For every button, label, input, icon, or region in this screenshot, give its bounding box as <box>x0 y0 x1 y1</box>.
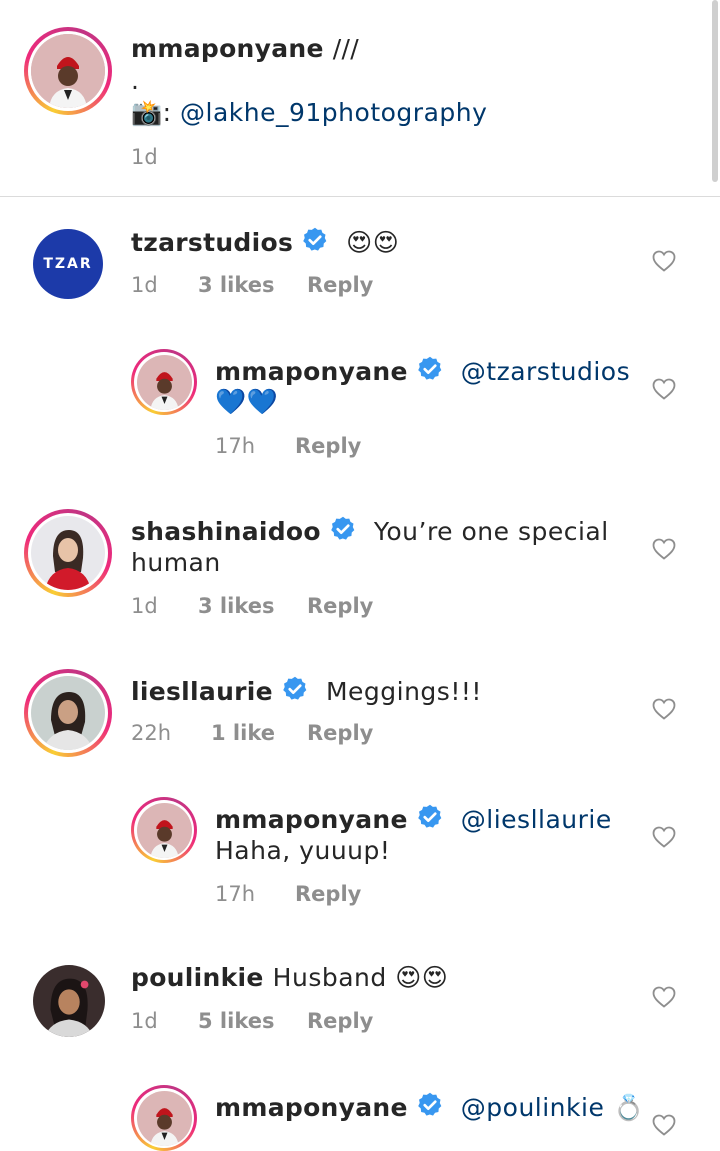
verified-badge-icon <box>283 676 307 700</box>
heart-icon[interactable] <box>652 698 676 720</box>
woman-portrait-icon <box>31 516 105 590</box>
comment-likes[interactable]: 3 likes <box>198 594 274 618</box>
heart-icon[interactable] <box>652 1114 676 1136</box>
man-portrait-icon <box>136 802 192 858</box>
tzar-logo-text: TZAR <box>43 256 93 272</box>
post-time: 1d <box>131 145 158 169</box>
comment-time: 22h <box>131 721 172 745</box>
liesllaurie-avatar[interactable] <box>24 669 112 757</box>
verified-badge-icon <box>303 227 327 251</box>
reply-button[interactable]: Reply <box>307 721 373 745</box>
comment-likes[interactable]: 1 like <box>211 721 275 745</box>
woman-portrait-icon <box>31 676 105 750</box>
heart-icon[interactable] <box>652 986 676 1008</box>
comment-time: 1d <box>131 594 158 618</box>
comment-username[interactable]: poulinkie <box>131 963 264 992</box>
reply-avatar[interactable] <box>131 349 197 415</box>
caption-mention-link[interactable]: @lakhe_91photography <box>180 98 487 127</box>
man-portrait-icon <box>136 1090 192 1146</box>
reply-button[interactable]: Reply <box>307 594 373 618</box>
heart-icon[interactable] <box>652 538 676 560</box>
comment-text: 😍😍 <box>346 228 400 257</box>
comment-text: Husband 😍😍 <box>272 963 449 992</box>
verified-badge-icon <box>417 356 442 380</box>
reply-text: 💙💙 <box>215 387 279 416</box>
post-username[interactable]: mmaponyane <box>131 34 324 63</box>
reply-button[interactable]: Reply <box>295 882 361 906</box>
comment-text: Meggings!!! <box>325 677 482 706</box>
reply-username[interactable]: mmaponyane <box>215 805 408 834</box>
scrollbar[interactable] <box>712 0 718 182</box>
ring-emoji: 💍 <box>613 1093 645 1122</box>
reply-username[interactable]: mmaponyane <box>215 1093 408 1122</box>
reply-username[interactable]: mmaponyane <box>215 357 408 386</box>
caption-divider <box>0 196 720 197</box>
reply-text: Haha, yuuup! <box>215 836 391 865</box>
comment-text-continued: human <box>131 548 221 577</box>
reply-button[interactable]: Reply <box>295 434 361 458</box>
man-portrait-icon <box>31 34 105 108</box>
reply-mention-link[interactable]: @liesllaurie <box>461 805 612 834</box>
caption-colon: : <box>162 98 172 127</box>
verified-badge-icon <box>417 804 442 828</box>
reply-button[interactable]: Reply <box>307 1009 373 1033</box>
comment-time: 1d <box>131 1009 158 1033</box>
reply-time: 17h <box>215 882 256 906</box>
post-caption-dot: . <box>131 66 140 95</box>
verified-badge-icon <box>331 516 355 540</box>
heart-icon[interactable] <box>652 378 676 400</box>
heart-icon[interactable] <box>652 826 676 848</box>
post-author-avatar[interactable] <box>24 27 112 115</box>
verified-badge-icon <box>417 1092 442 1116</box>
woman-portrait-icon <box>33 965 105 1037</box>
reply-avatar[interactable] <box>131 1085 197 1151</box>
poulinkie-avatar[interactable] <box>33 965 105 1037</box>
reply-time: 17h <box>215 434 256 458</box>
comment-username[interactable]: liesllaurie <box>131 677 273 706</box>
tzarstudios-avatar[interactable]: TZAR <box>33 229 103 299</box>
camera-emoji: 📸 <box>131 98 163 127</box>
post-caption-suffix: /// <box>332 34 359 63</box>
reply-mention-link[interactable]: @tzarstudios <box>461 357 630 386</box>
comment-username[interactable]: shashinaidoo <box>131 517 321 546</box>
reply-mention-link[interactable]: @poulinkie <box>461 1093 605 1122</box>
shashinaidoo-avatar[interactable] <box>24 509 112 597</box>
heart-icon[interactable] <box>652 250 676 272</box>
comment-likes[interactable]: 3 likes <box>198 273 274 297</box>
reply-avatar[interactable] <box>131 797 197 863</box>
man-portrait-icon <box>136 354 192 410</box>
comment-time: 1d <box>131 273 158 297</box>
comment-likes[interactable]: 5 likes <box>198 1009 274 1033</box>
comment-text: You’re one special <box>373 517 609 546</box>
reply-button[interactable]: Reply <box>307 273 373 297</box>
comment-username[interactable]: tzarstudios <box>131 228 293 257</box>
